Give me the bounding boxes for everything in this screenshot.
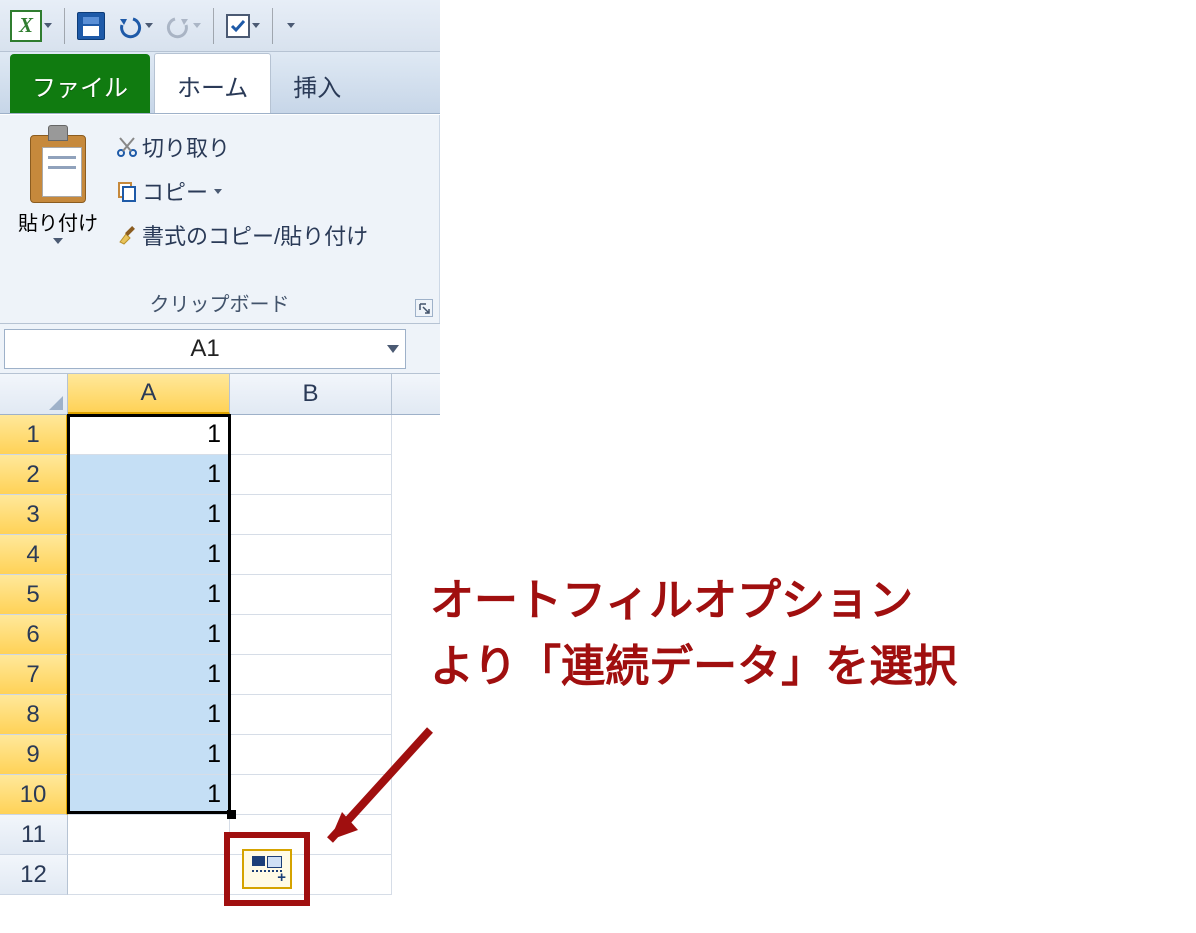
cell[interactable]: 1	[68, 535, 230, 575]
separator	[213, 8, 214, 44]
redo-button[interactable]	[161, 9, 205, 43]
save-button[interactable]	[73, 8, 109, 44]
cell[interactable]	[230, 455, 392, 495]
quick-access-toolbar: X	[0, 0, 440, 52]
chevron-down-icon	[214, 189, 222, 194]
row-header[interactable]: 8	[0, 695, 68, 735]
row-header[interactable]: 11	[0, 815, 68, 855]
fx-area	[410, 329, 440, 369]
paste-icon	[28, 125, 88, 203]
cell[interactable]: 1	[68, 615, 230, 655]
name-box[interactable]: A1	[4, 329, 406, 369]
row-header[interactable]: 7	[0, 655, 68, 695]
ribbon-tabs: ファイル ホーム 挿入	[0, 52, 440, 114]
copy-icon	[112, 180, 142, 202]
row-header[interactable]: 12	[0, 855, 68, 895]
cell[interactable]	[230, 415, 392, 455]
customize-qat-button[interactable]	[281, 19, 299, 32]
column-header-b[interactable]: B	[230, 374, 392, 414]
cell[interactable]	[230, 615, 392, 655]
checkbox-icon	[226, 14, 250, 38]
row-header[interactable]: 9	[0, 735, 68, 775]
annotation-arrow	[300, 720, 460, 885]
dialog-launcher-button[interactable]	[415, 299, 433, 317]
name-box-value: A1	[190, 335, 219, 363]
cut-button[interactable]: 切り取り	[112, 125, 429, 169]
save-icon	[77, 12, 105, 40]
cell[interactable]: 1	[68, 575, 230, 615]
chevron-down-icon	[287, 23, 295, 28]
chevron-down-icon	[53, 238, 63, 244]
tab-insert[interactable]: 挿入	[271, 54, 363, 113]
cell[interactable]	[230, 575, 392, 615]
cell[interactable]: 1	[68, 775, 230, 815]
cell[interactable]	[68, 815, 230, 855]
row-header[interactable]: 5	[0, 575, 68, 615]
annotation-line2: より「連続データ」を選択	[430, 642, 957, 691]
cell[interactable]: 1	[68, 655, 230, 695]
row-header[interactable]: 4	[0, 535, 68, 575]
cell[interactable]: 1	[68, 415, 230, 455]
annotation-text: オートフィルオプション より「連続データ」を選択	[430, 568, 957, 700]
chevron-down-icon	[44, 23, 52, 28]
checkbox-toggle-button[interactable]	[222, 10, 264, 42]
format-painter-label: 書式のコピー/貼り付け	[142, 219, 368, 251]
redo-icon	[165, 13, 191, 39]
clipboard-group-title: クリップボード	[10, 284, 429, 321]
cell[interactable]: 1	[68, 735, 230, 775]
ribbon: 貼り付け 切り取り コピー	[0, 114, 440, 324]
scissors-icon	[112, 136, 142, 158]
tab-file[interactable]: ファイル	[10, 54, 150, 113]
brush-icon	[112, 224, 142, 246]
cell[interactable]	[230, 535, 392, 575]
autofill-options-button[interactable]: +	[242, 849, 292, 889]
chevron-down-icon	[387, 345, 399, 353]
paste-label: 貼り付け	[18, 207, 98, 236]
cell[interactable]	[230, 495, 392, 535]
separator	[64, 8, 65, 44]
column-header-a[interactable]: A	[68, 374, 230, 414]
excel-app-icon[interactable]: X	[6, 6, 56, 46]
annotation-line1: オートフィルオプション	[430, 576, 913, 625]
autofill-options-icon: +	[252, 856, 282, 882]
fill-handle[interactable]	[227, 810, 236, 819]
row-header[interactable]: 1	[0, 415, 68, 455]
annotation-highlight-box: +	[224, 832, 310, 906]
cell[interactable]	[68, 855, 230, 895]
cell[interactable]: 1	[68, 495, 230, 535]
column-headers: A B	[0, 374, 440, 415]
formula-bar-row: A1	[0, 324, 440, 374]
row-header[interactable]: 3	[0, 495, 68, 535]
undo-button[interactable]	[113, 9, 157, 43]
clipboard-group: 貼り付け 切り取り コピー	[0, 115, 440, 323]
undo-icon	[117, 13, 143, 39]
separator	[272, 8, 273, 44]
copy-label: コピー	[142, 175, 208, 207]
chevron-down-icon	[252, 23, 260, 28]
row-headers: 1 2 3 4 5 6 7 8 9 10 11 12	[0, 415, 68, 895]
cell[interactable]: 1	[68, 695, 230, 735]
row-header[interactable]: 6	[0, 615, 68, 655]
select-all-corner[interactable]	[0, 374, 68, 414]
chevron-down-icon	[193, 23, 201, 28]
cut-label: 切り取り	[142, 131, 230, 163]
paste-button[interactable]: 貼り付け	[10, 121, 106, 284]
row-header[interactable]: 2	[0, 455, 68, 495]
cell[interactable]: 1	[68, 455, 230, 495]
tab-home[interactable]: ホーム	[154, 53, 271, 113]
format-painter-button[interactable]: 書式のコピー/貼り付け	[112, 213, 429, 257]
copy-button[interactable]: コピー	[112, 169, 429, 213]
row-header[interactable]: 10	[0, 775, 68, 815]
chevron-down-icon	[145, 23, 153, 28]
cell[interactable]	[230, 655, 392, 695]
